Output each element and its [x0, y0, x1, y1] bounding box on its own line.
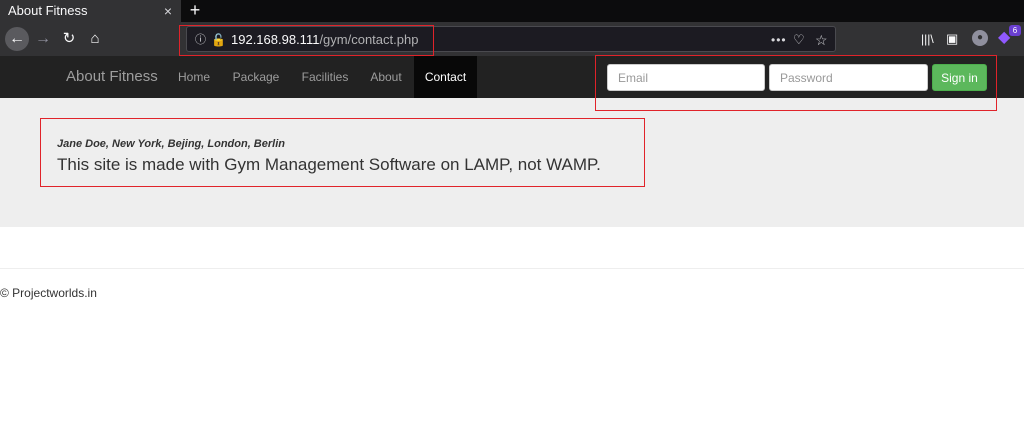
- new-tab-icon[interactable]: +: [186, 0, 204, 22]
- content-annotation-box: [40, 118, 645, 187]
- footer-copyright: © Projectworlds.in: [0, 286, 97, 300]
- account-icon[interactable]: ●: [972, 30, 988, 46]
- nav-facilities[interactable]: Facilities: [293, 56, 357, 98]
- extension-badge: 6: [1009, 25, 1021, 36]
- page-actions-icon[interactable]: •••: [771, 27, 787, 53]
- library-icon[interactable]: |||\: [921, 29, 937, 49]
- nav-home[interactable]: Home: [170, 56, 218, 98]
- nav-about[interactable]: About: [361, 56, 411, 98]
- forward-arrow-icon[interactable]: →: [35, 27, 51, 51]
- footer-divider: [0, 268, 1024, 269]
- reload-icon[interactable]: ↻: [60, 27, 78, 51]
- close-tab-icon[interactable]: ×: [160, 0, 176, 22]
- url-annotation-box: [179, 25, 434, 56]
- login-annotation-box: [595, 55, 997, 111]
- sidebar-icon[interactable]: ▣: [946, 29, 962, 49]
- browser-tab-bar: About Fitness × +: [0, 0, 1024, 22]
- nav-contact[interactable]: Contact: [414, 56, 477, 98]
- back-arrow-icon[interactable]: ←: [5, 27, 29, 51]
- pocket-icon[interactable]: ♡: [793, 27, 809, 53]
- browser-toolbar: ← → ↻ ⌂ ⓘ 🔓 192.168.98.111/gym/contact.p…: [0, 22, 1024, 56]
- brand-link[interactable]: About Fitness: [66, 56, 158, 98]
- home-icon[interactable]: ⌂: [86, 27, 104, 51]
- browser-tab[interactable]: About Fitness ×: [0, 0, 181, 22]
- bookmark-star-icon[interactable]: ☆: [815, 27, 831, 53]
- tab-title: About Fitness: [8, 3, 88, 18]
- nav-package[interactable]: Package: [223, 56, 289, 98]
